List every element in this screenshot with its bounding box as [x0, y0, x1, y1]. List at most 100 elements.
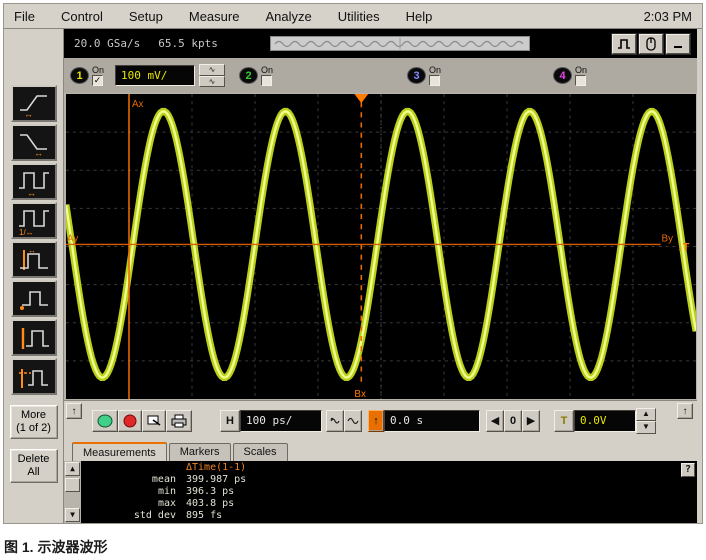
- svg-text:↔: ↔: [34, 148, 43, 157]
- spinner-down-icon[interactable]: ▼: [636, 421, 656, 434]
- scroll-up-icon[interactable]: ▲: [65, 462, 80, 476]
- channel-4-checkbox[interactable]: [575, 75, 586, 86]
- scale-down-wave-icon[interactable]: ∿: [199, 76, 225, 88]
- timebase-field[interactable]: 100 ps/: [240, 410, 322, 432]
- menu-analyze[interactable]: Analyze: [265, 9, 311, 24]
- sample-rate: 20.0 GSa/s: [74, 37, 140, 50]
- more-label: More: [11, 409, 57, 422]
- channel-3-button[interactable]: 3: [407, 67, 426, 84]
- channel-4-button[interactable]: 4: [553, 67, 572, 84]
- results-tabs: Measurements Markers Scales: [64, 440, 697, 461]
- positive-width-button[interactable]: ↔: [11, 241, 57, 278]
- measurements-panel: ▲ ▼ ΔTime(1-1) mean 399.987 ps min 396.3…: [64, 461, 697, 523]
- svg-text:↔: ↔: [24, 109, 33, 118]
- tab-scales[interactable]: Scales: [233, 443, 288, 461]
- frequency-button[interactable]: 1/↔: [11, 202, 57, 239]
- menu-measure[interactable]: Measure: [189, 9, 240, 24]
- stop-button[interactable]: [118, 410, 142, 432]
- trigger-setup-button[interactable]: T: [554, 410, 574, 432]
- trigger-level-field[interactable]: 0.0V: [574, 410, 636, 432]
- stat-label: std dev: [84, 510, 176, 522]
- trigger-position-icon[interactable]: [354, 94, 368, 103]
- channel-1-on: On ✓: [92, 66, 110, 86]
- channel-1-group: 1 On ✓ 100 mV/ ∿ ∿: [70, 64, 225, 87]
- scroll-thumb[interactable]: [65, 478, 80, 492]
- rise-time-button[interactable]: ↔: [11, 85, 57, 122]
- delete-all-button[interactable]: Delete All: [10, 449, 58, 483]
- period-button[interactable]: ↔: [11, 163, 57, 200]
- figure-caption: 图 1. 示波器波形: [4, 537, 107, 557]
- window-body: ↔ ↔ ↔ 1/↔: [4, 29, 702, 523]
- tab-markers[interactable]: Markers: [169, 443, 231, 461]
- channel-2-on: On: [261, 66, 279, 86]
- channel-2-group: 2 On: [239, 66, 279, 86]
- collapse-right-button[interactable]: ↑: [677, 403, 693, 419]
- scroll-down-icon[interactable]: ▼: [65, 508, 80, 522]
- channel-2-button[interactable]: 2: [239, 67, 258, 84]
- window-arrow-icon: [146, 414, 162, 427]
- timebase-preview-bar[interactable]: [270, 36, 530, 51]
- menu-file[interactable]: File: [14, 9, 35, 24]
- help-button[interactable]: ?: [681, 463, 695, 477]
- measurement-results: ΔTime(1-1) mean 399.987 ps min 396.3 ps …: [84, 461, 697, 522]
- stop-icon: [122, 414, 138, 428]
- menu-setup[interactable]: Setup: [129, 9, 163, 24]
- delta-time-button[interactable]: [11, 358, 57, 395]
- scale-up-wave-icon[interactable]: ∿: [199, 64, 225, 76]
- measurements-scrollbar[interactable]: ▲ ▼: [64, 461, 81, 523]
- measurement-toolbar: ↔ ↔ ↔ 1/↔: [4, 29, 64, 523]
- horizontal-position-field[interactable]: 0.0 s: [384, 410, 480, 432]
- channel-1-scale-field[interactable]: 100 mV/: [115, 65, 195, 86]
- waveform-display[interactable]: Ax Ay Bx By ↓T: [64, 93, 697, 400]
- menu-utilities[interactable]: Utilities: [338, 9, 380, 24]
- collapse-left-button[interactable]: ↑: [66, 403, 82, 419]
- horizontal-setup-button[interactable]: H: [220, 410, 240, 432]
- measurement-title: ΔTime(1-1): [186, 462, 697, 474]
- trigger-position-button[interactable]: ↑: [368, 410, 384, 432]
- more-page-label: (1 of 2): [11, 422, 57, 435]
- positive-width-icon: ↔: [16, 246, 52, 274]
- menu-help[interactable]: Help: [406, 9, 433, 24]
- screenshot-root: File Control Setup Measure Analyze Utili…: [0, 0, 706, 560]
- stat-label: mean: [84, 474, 176, 486]
- channel-1-button[interactable]: 1: [70, 67, 89, 84]
- channel-2-checkbox[interactable]: [261, 75, 272, 86]
- go-to-zero-button[interactable]: 0: [504, 410, 522, 432]
- v-amplitude-button[interactable]: [11, 319, 57, 356]
- pan-left-button[interactable]: ◀: [486, 410, 504, 432]
- channel-3-on: On: [429, 66, 447, 86]
- rise-time-icon: ↔: [16, 90, 52, 118]
- trigger-level-spinner: ▲ ▼: [636, 408, 656, 434]
- channel-1-on-label: On: [92, 66, 104, 75]
- horizontal-zoom-button[interactable]: [326, 410, 344, 432]
- fall-time-button[interactable]: ↔: [11, 124, 57, 161]
- minimize-button[interactable]: [666, 34, 690, 54]
- copy-screen-button[interactable]: [142, 410, 166, 432]
- stat-label: min: [84, 486, 176, 498]
- channel-1-checkbox[interactable]: ✓: [92, 75, 103, 86]
- marker-ay-label: Ay: [67, 233, 78, 244]
- trigger-level-icon[interactable]: ↓T: [677, 241, 689, 253]
- main-wrap: 20.0 GSa/s 65.5 kpts: [64, 29, 702, 523]
- menu-control[interactable]: Control: [61, 9, 103, 24]
- mouse-mode-button[interactable]: [639, 34, 663, 54]
- channel-1-scale-spinner[interactable]: ∿ ∿: [199, 64, 225, 87]
- run-button[interactable]: [92, 410, 118, 432]
- channel-3-checkbox[interactable]: [429, 75, 440, 86]
- fall-time-icon: ↔: [16, 129, 52, 157]
- stat-label: max: [84, 498, 176, 510]
- pan-right-button[interactable]: ▶: [522, 410, 540, 432]
- spinner-up-icon[interactable]: ▲: [636, 408, 656, 421]
- print-button[interactable]: [166, 410, 192, 432]
- pulse-view-button[interactable]: [612, 34, 636, 54]
- memory-depth: 65.5 kpts: [158, 37, 218, 50]
- period-icon: ↔: [16, 168, 52, 196]
- measurement-row-mean: mean 399.987 ps: [84, 474, 697, 486]
- more-measurements-button[interactable]: More (1 of 2): [10, 405, 58, 439]
- v-amplitude-icon: [16, 324, 52, 352]
- channel-4-group: 4 On: [553, 66, 593, 86]
- main-sweep-button[interactable]: [344, 410, 362, 432]
- negative-width-button[interactable]: [11, 280, 57, 317]
- pulse-icon: [616, 37, 632, 51]
- tab-measurements[interactable]: Measurements: [72, 442, 167, 462]
